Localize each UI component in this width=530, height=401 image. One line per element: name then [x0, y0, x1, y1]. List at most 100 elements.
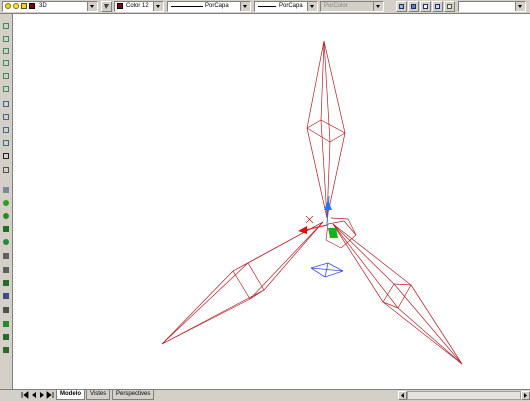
box-button[interactable]: [2, 186, 11, 195]
shade-icon: [3, 280, 9, 286]
blade-right-ring: [393, 283, 412, 286]
view-sw-iso-button[interactable]: [2, 100, 11, 109]
viewport-clip-icon: [435, 4, 440, 9]
view-top-icon: [3, 23, 9, 29]
plotstyle-control: PorColor: [320, 1, 384, 12]
blade-right-ring: [382, 283, 395, 303]
view-se-iso-button[interactable]: [2, 113, 11, 122]
landscape-icon: [3, 347, 9, 353]
view-3d-toolbar: [0, 14, 13, 389]
scene-button[interactable]: [2, 333, 11, 342]
torus-button[interactable]: [2, 238, 11, 247]
first-tab-icon[interactable]: [21, 391, 29, 399]
sphere-icon: [3, 200, 9, 206]
torus-icon: [3, 239, 9, 245]
chevron-down-icon[interactable]: [307, 2, 317, 11]
blade-right-ring: [397, 284, 412, 309]
sphere-button[interactable]: [2, 199, 11, 208]
view-right-button[interactable]: [2, 59, 11, 68]
hub-box: [325, 239, 342, 249]
material-icon: [3, 321, 9, 327]
horizontal-scrollbar[interactable]: [407, 391, 521, 400]
chevron-down-icon[interactable]: [515, 2, 525, 11]
layer-current-icon: [104, 4, 109, 9]
color-swatch: [117, 3, 123, 9]
last-tab-icon[interactable]: [46, 391, 54, 399]
layer-control[interactable]: 3D: [2, 1, 98, 12]
blade-top-ring: [329, 132, 346, 143]
blade-right-edge: [397, 307, 463, 365]
view-left-icon: [3, 48, 9, 54]
layer-lock-icon: [21, 3, 27, 9]
view-tool-button-4[interactable]: [432, 1, 443, 12]
blade-right-edge: [332, 223, 384, 303]
3d-orbit-button[interactable]: [2, 166, 11, 175]
view-ne-iso-button[interactable]: [2, 126, 11, 135]
view-sw-iso-icon: [3, 101, 9, 107]
blade-right-edge: [332, 223, 412, 286]
prev-tab-icon[interactable]: [30, 391, 38, 399]
view-tool-button-3[interactable]: [420, 1, 431, 12]
view-top-button[interactable]: [2, 22, 11, 31]
view-back-button[interactable]: [2, 85, 11, 94]
color-control[interactable]: Color 12: [114, 1, 164, 12]
scroll-right-button[interactable]: [521, 391, 530, 400]
drawing-area[interactable]: [13, 14, 530, 389]
blade-top-ring: [306, 127, 331, 143]
linetype-preview: [171, 6, 203, 7]
scene-icon: [3, 334, 9, 340]
pan-button[interactable]: [2, 266, 11, 275]
chevron-down-icon[interactable]: [240, 2, 250, 11]
view-tool-button-2[interactable]: [408, 1, 419, 12]
blade-right-edge: [410, 284, 463, 365]
cone-button[interactable]: [2, 212, 11, 221]
shade-button[interactable]: [2, 279, 11, 288]
view-left-button[interactable]: [2, 47, 11, 56]
make-object-layer-current-button[interactable]: [101, 1, 112, 12]
blade-left-edge: [161, 270, 234, 345]
render-button[interactable]: [2, 292, 11, 301]
camera-button[interactable]: [2, 152, 11, 161]
view-bottom-button[interactable]: [2, 35, 11, 44]
tab-perspectives[interactable]: Perspectives: [112, 390, 155, 400]
blade-left-edge: [161, 298, 251, 345]
zoom-button[interactable]: [2, 252, 11, 261]
3d-model-view: [161, 40, 463, 365]
next-tab-icon[interactable]: [38, 391, 46, 399]
linetype-control[interactable]: PorCapa: [167, 1, 251, 12]
3d-orbit-icon: [3, 167, 9, 173]
light-button[interactable]: [2, 306, 11, 315]
scroll-left-button[interactable]: [398, 391, 407, 400]
view-nw-iso-button[interactable]: [2, 139, 11, 148]
layer-on-icon: [5, 3, 11, 9]
chevron-down-icon[interactable]: [153, 2, 163, 11]
tab-vistes[interactable]: Vistes: [86, 390, 111, 400]
ucs-plan-edge: [310, 262, 329, 269]
view-front-button[interactable]: [2, 72, 11, 81]
view-se-iso-icon: [3, 114, 9, 120]
light-icon: [3, 307, 9, 313]
view-nw-iso-icon: [3, 140, 9, 146]
lineweight-control[interactable]: PorCapa: [254, 1, 318, 12]
camera-icon: [3, 153, 9, 159]
blade-top-ring: [320, 119, 346, 134]
view-tool-button-5[interactable]: [444, 1, 455, 12]
layer-name: 3D: [39, 3, 47, 9]
tab-modelo[interactable]: Modelo: [56, 390, 85, 400]
view-tool-button-1[interactable]: [396, 1, 407, 12]
linetype-value: PorCapa: [205, 3, 229, 9]
view-bottom-icon: [3, 36, 9, 42]
hub-box: [327, 220, 345, 225]
viewport-scale-control[interactable]: [458, 1, 526, 12]
cylinder-button[interactable]: [2, 225, 11, 234]
material-button[interactable]: [2, 320, 11, 329]
box-icon: [3, 187, 9, 193]
lineweight-value: PorCapa: [279, 3, 303, 9]
viewport-scale-icon: [447, 4, 452, 9]
chevron-down-icon[interactable]: [87, 2, 97, 11]
chevron-down-icon: [373, 2, 383, 11]
viewports-icon: [423, 4, 428, 9]
ucs-plan-edge: [324, 270, 344, 278]
landscape-button[interactable]: [2, 346, 11, 355]
blade-top-edge: [323, 40, 346, 134]
